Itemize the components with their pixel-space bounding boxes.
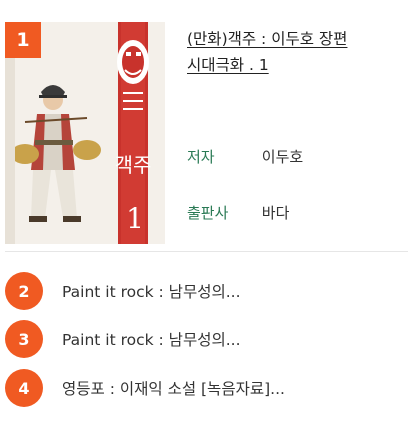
section-divider bbox=[5, 251, 408, 252]
featured-book: 객주 1 1 (만화)객주 : 이두호 장편 시대극화 . 1 저자 이두호 출… bbox=[0, 0, 418, 252]
book-title-link[interactable]: 영등포 : 이재익 소설 [녹음자료]... bbox=[62, 377, 285, 399]
rank-badge: 1 bbox=[5, 22, 41, 58]
cover-volume-number: 1 bbox=[126, 202, 144, 235]
publisher-value: 바다 bbox=[261, 204, 290, 222]
publisher-label: 출판사 bbox=[187, 204, 229, 222]
rank-badge: 4 bbox=[5, 369, 43, 407]
list-item[interactable]: 3 Paint it rock : 남무성의... bbox=[5, 320, 408, 358]
cover-title-text: 객주 bbox=[115, 153, 152, 177]
rank-badge: 2 bbox=[5, 272, 43, 310]
rank-badge: 3 bbox=[5, 320, 43, 358]
list-item[interactable]: 4 영등포 : 이재익 소설 [녹음자료]... bbox=[5, 369, 408, 407]
list-item[interactable]: 2 Paint it rock : 남무성의... bbox=[5, 272, 408, 310]
author-label: 저자 bbox=[187, 148, 215, 166]
book-title-link[interactable]: Paint it rock : 남무성의... bbox=[62, 280, 241, 302]
author-row: 저자 이두호 bbox=[187, 147, 303, 167]
author-value: 이두호 bbox=[261, 148, 304, 166]
publisher-row: 출판사 바다 bbox=[187, 203, 289, 223]
book-title-link[interactable]: Paint it rock : 남무성의... bbox=[62, 328, 241, 350]
book-title-link[interactable]: (만화)객주 : 이두호 장편 시대극화 . 1 bbox=[187, 26, 409, 78]
